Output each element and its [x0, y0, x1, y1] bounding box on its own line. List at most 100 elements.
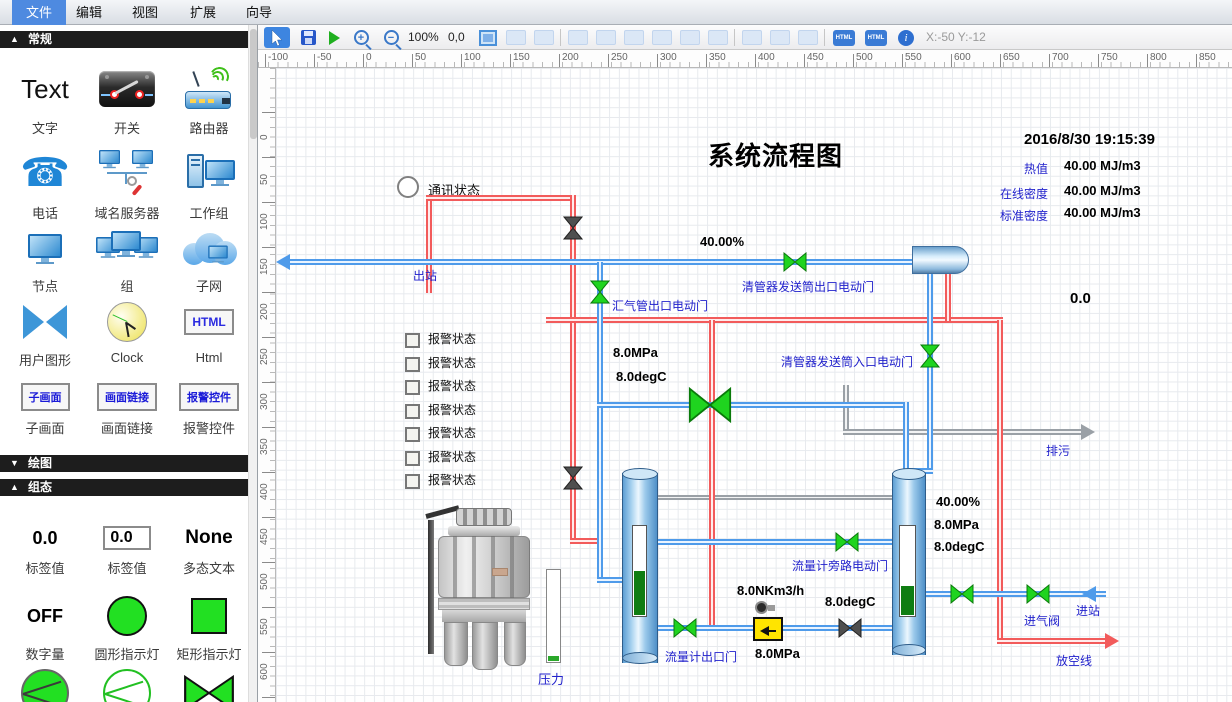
image-icon — [479, 30, 497, 46]
alarm-checkbox[interactable] — [405, 451, 420, 466]
align-middle-button[interactable] — [678, 27, 702, 48]
alarm-checkbox[interactable] — [405, 333, 420, 348]
dark-valve-meter[interactable] — [838, 618, 862, 638]
pig-launcher-inlet-valve[interactable] — [920, 344, 940, 368]
palette-item-clock[interactable]: Clock — [86, 299, 168, 365]
canvas[interactable]: 系统流程图 2016/8/30 19:15:39 热值 40.00 MJ/m3 … — [276, 68, 1232, 702]
section-general[interactable]: ▲ 常规 — [0, 31, 249, 48]
alarm-checkbox[interactable] — [405, 380, 420, 395]
same-size-button[interactable] — [796, 27, 820, 48]
palette-item-phone[interactable]: ☎ 电话 — [4, 148, 86, 222]
run-button[interactable] — [324, 27, 344, 48]
palette-item-digital[interactable]: OFF 数字量 — [4, 593, 86, 663]
menu-view[interactable]: 视图 — [118, 0, 172, 25]
group-button[interactable] — [504, 27, 528, 48]
main-control-valve[interactable] — [688, 387, 732, 423]
zoom-in-button[interactable]: + — [348, 27, 374, 48]
section-config[interactable]: ▲ 组态 — [0, 479, 249, 496]
preview-html-button[interactable]: HTML — [862, 27, 890, 48]
comm-status-lamp[interactable] — [397, 176, 419, 198]
zoom-level: 100% — [408, 30, 439, 44]
ungroup-button[interactable] — [532, 27, 556, 48]
tank-percent-value: 40.00% — [936, 494, 980, 509]
ungroup-icon — [534, 30, 554, 45]
meter-outlet-valve[interactable] — [673, 618, 697, 638]
palette-item-group[interactable]: 组 — [86, 227, 168, 295]
v-ruler-label: 450 — [259, 519, 270, 545]
align-center-button[interactable] — [594, 27, 618, 48]
palette-item-round-indicator[interactable]: 圆形指示灯 — [86, 593, 168, 663]
vent-line-label: 放空线 — [1056, 652, 1092, 669]
info-button[interactable]: i — [894, 27, 918, 48]
palette-item-workgroup[interactable]: 工作组 — [168, 148, 250, 222]
h-ruler-tick — [510, 54, 511, 68]
alarm-checkbox[interactable] — [405, 404, 420, 419]
zoom-out-icon: − — [384, 30, 399, 45]
storage-vessel[interactable] — [426, 508, 540, 668]
align-bottom-button[interactable] — [706, 27, 730, 48]
play-icon — [329, 31, 340, 45]
alarm-control-icon: 报警控件 — [179, 383, 239, 411]
palette-item-tag-value[interactable]: 0.0 标签值 — [4, 523, 86, 577]
group-icon — [96, 229, 158, 269]
zoom-out-button[interactable]: − — [378, 27, 404, 48]
menu-extensions[interactable]: 扩展 — [176, 0, 230, 25]
inlet-valve-1[interactable] — [950, 584, 974, 604]
pig-launcher-vessel[interactable] — [912, 246, 969, 274]
pressure-bar-gauge[interactable] — [546, 569, 561, 663]
palette-item-router[interactable]: 路由器 — [168, 65, 250, 137]
manifold-outlet-valve[interactable] — [590, 280, 610, 304]
h-ruler-tick — [461, 54, 462, 68]
flow-meter[interactable] — [753, 617, 783, 641]
palette-item-rect-indicator[interactable]: 矩形指示灯 — [168, 593, 250, 663]
alarm-checkbox[interactable] — [405, 357, 420, 372]
v-ruler-tick — [262, 427, 276, 428]
h-ruler-tick — [1000, 54, 1001, 68]
level-gauge-1[interactable] — [632, 525, 647, 617]
palette-item-tag-value-boxed[interactable]: 0.0 标签值 — [86, 523, 168, 577]
level-gauge-2[interactable] — [899, 525, 916, 617]
align-left-button[interactable] — [566, 27, 590, 48]
palette-item-sub-screen[interactable]: 子画面 子画面 — [4, 381, 86, 437]
menu-wizard[interactable]: 向导 — [232, 0, 286, 25]
palette-item-pump-filled[interactable] — [4, 667, 86, 702]
same-width-button[interactable] — [740, 27, 764, 48]
alarm-checkbox[interactable] — [405, 474, 420, 489]
palette-scrollbar-thumb[interactable] — [250, 29, 257, 139]
inlet-valve-2[interactable] — [1026, 584, 1050, 604]
palette-item-text[interactable]: Text 文字 — [4, 65, 86, 137]
image-tool-button[interactable] — [476, 27, 500, 48]
palette-item-multi-text[interactable]: None 多态文本 — [168, 523, 250, 577]
palette-item-alarm-control[interactable]: 报警控件 报警控件 — [168, 381, 250, 437]
palette-item-switch[interactable]: 开关 — [86, 65, 168, 137]
palette-item-node[interactable]: 节点 — [4, 227, 86, 295]
pointer-tool-button[interactable] — [264, 27, 290, 48]
dark-valve-top[interactable] — [563, 216, 583, 240]
meter-outlet-valve-label: 流量计出口门 — [665, 648, 737, 665]
dark-valve-mid[interactable] — [563, 466, 583, 490]
readout-label-online-density: 在线密度 — [990, 185, 1048, 202]
collapse-arrow-icon: ▲ — [10, 31, 19, 48]
save-button[interactable] — [296, 27, 320, 48]
same-height-button[interactable] — [768, 27, 792, 48]
palette-item-user-graphic[interactable]: 用户图形 — [4, 299, 86, 369]
pipe-blue-launcher-drop — [927, 274, 933, 471]
meter-bypass-valve[interactable] — [835, 532, 859, 552]
export-html-button[interactable]: HTML — [830, 27, 858, 48]
main-percent-value: 40.00% — [700, 234, 744, 249]
palette-item-valve-shape[interactable] — [168, 667, 250, 702]
section-drawing[interactable]: ▼ 绘图 — [0, 455, 249, 472]
align-top-button[interactable] — [650, 27, 674, 48]
temp-value-2: 8.0degC — [825, 594, 876, 609]
palette-scrollbar[interactable] — [248, 25, 257, 702]
pig-launcher-outlet-valve[interactable] — [783, 252, 807, 272]
menu-file[interactable]: 文件 — [12, 0, 66, 25]
palette-item-subnet[interactable]: 子网 — [168, 227, 250, 295]
palette-item-html[interactable]: HTML Html — [168, 299, 250, 365]
alarm-checkbox[interactable] — [405, 427, 420, 442]
palette-item-dns-server[interactable]: 域名服务器 — [86, 148, 168, 222]
menu-edit[interactable]: 编辑 — [62, 0, 116, 25]
align-right-button[interactable] — [622, 27, 646, 48]
palette-item-screen-link[interactable]: 画面链接 画面链接 — [86, 381, 168, 437]
palette-item-pump-outline[interactable] — [86, 667, 168, 702]
